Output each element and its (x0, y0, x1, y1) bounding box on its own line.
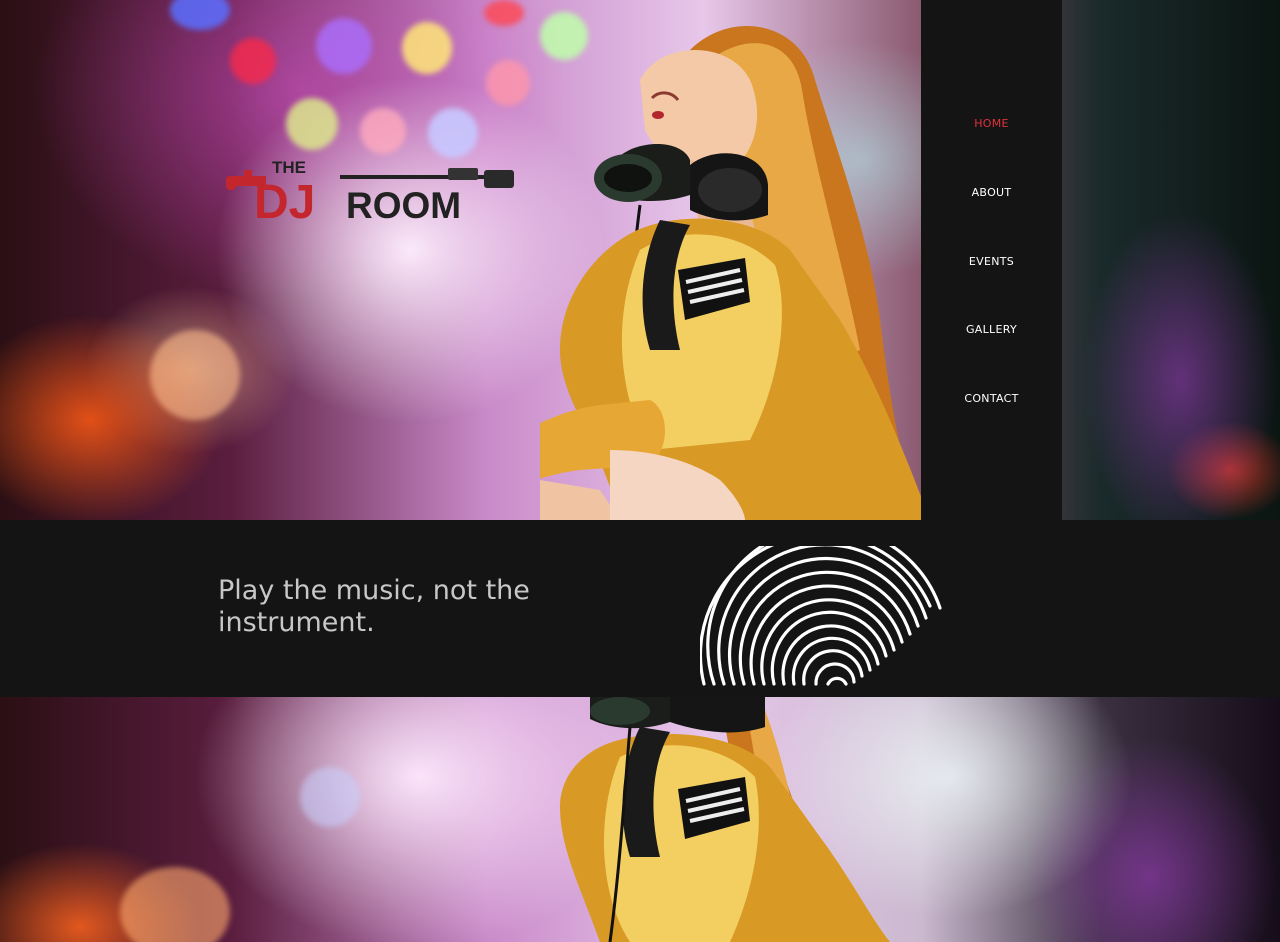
dj-woman-photo-repeat (560, 697, 890, 942)
main-navigation: HOME ABOUT EVENTS GALLERY CONTACT (921, 0, 1062, 520)
dj-room-logo-icon[interactable]: THE DJ ROOM (222, 156, 522, 224)
bokeh-light (486, 60, 530, 106)
logo-the-text: THE (272, 158, 306, 177)
bokeh-light (150, 330, 240, 420)
bokeh-light (120, 867, 230, 942)
bokeh-light (402, 22, 452, 74)
bokeh-light (300, 767, 360, 827)
quote-band (0, 520, 1280, 697)
nav-item-home[interactable]: HOME (921, 117, 1062, 130)
bokeh-light (484, 0, 524, 26)
nav-item-contact[interactable]: CONTACT (921, 392, 1062, 405)
nav-item-gallery[interactable]: GALLERY (921, 323, 1062, 336)
tagline-line-1: Play the music, not the (218, 575, 530, 606)
vinyl-record-icon (700, 546, 942, 686)
bokeh-light (360, 108, 406, 154)
bokeh-light (170, 0, 230, 30)
logo-dj-text: DJ (254, 176, 315, 224)
bokeh-light (316, 18, 372, 74)
tagline-quote: Play the music, not the instrument. (218, 575, 578, 639)
logo-room-text: ROOM (346, 185, 461, 224)
bokeh-light (286, 98, 338, 150)
bokeh-light (230, 38, 276, 84)
dj-woman-photo (540, 26, 930, 520)
tagline-line-2: instrument. (218, 607, 375, 638)
bokeh-light (428, 108, 478, 158)
hero-banner-repeat (0, 697, 1280, 942)
hero-banner: THE DJ ROOM (0, 0, 1280, 520)
nav-item-about[interactable]: ABOUT (921, 186, 1062, 199)
nav-item-events[interactable]: EVENTS (921, 255, 1062, 268)
